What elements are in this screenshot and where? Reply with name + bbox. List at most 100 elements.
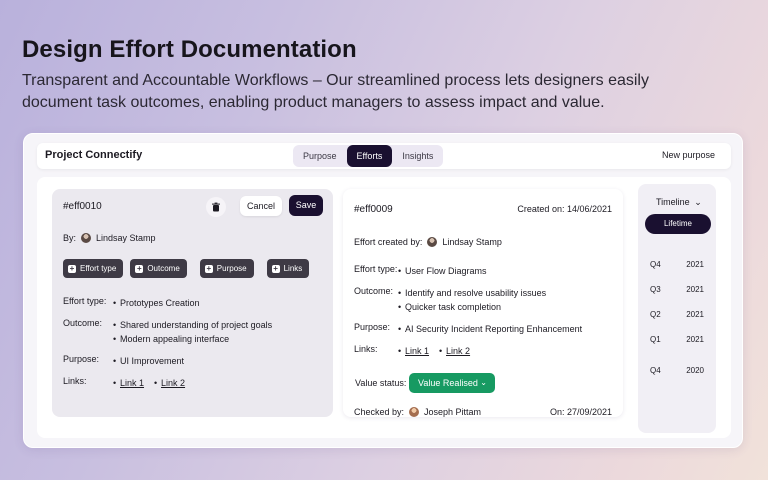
quarter: Q4 [650,366,661,375]
outcome-list: Identify and resolve usability issues Qu… [398,286,546,314]
effort-type-label: Effort type: [63,296,107,306]
avatar [427,237,438,247]
effort-type-label: Effort type: [354,264,398,274]
chip-label: Outcome [147,264,180,273]
outcome-item: Modern appealing interface [113,332,272,346]
value-status-value: Value Realised [418,378,478,388]
tab-group: Purpose Efforts Insights [293,145,444,167]
tab-efforts[interactable]: Efforts [346,145,393,167]
effort-id: #eff0009 [354,204,393,215]
timeline-panel: Timeline ⌄ Lifetime Q4 2021 Q3 2021 Q2 2021… [638,184,716,433]
purpose-list: UI Improvement [113,354,184,368]
chip-label: Links [283,264,303,273]
quarter: Q1 [650,335,661,344]
quarter: Q2 [650,310,661,319]
chip-effort-type[interactable]: + Effort type [63,259,124,278]
lifetime-filter[interactable]: Lifetime [645,214,711,234]
by-label: By: [63,233,77,243]
links-list: Link 1 Link 2 [113,376,185,390]
new-purpose-button[interactable]: New purpose [662,150,715,160]
chip-links[interactable]: + Links [266,259,310,278]
year: 2021 [686,310,704,319]
effort-type-row: Effort type: User Flow Diagrams [354,264,487,278]
plus-icon: + [204,263,213,273]
purpose-row: Purpose: AI Security Incident Reporting … [354,322,582,336]
created-by-row: Effort created by: Lindsay Stamp [354,237,502,247]
year: 2020 [686,366,704,375]
links-list: Link 1 Link 2 [398,344,470,358]
quarter: Q4 [650,260,661,269]
chip-outcome[interactable]: + Outcome [130,259,187,278]
trash-icon [212,202,220,212]
checked-by-row: Checked by: Joseph Pittam [354,407,481,417]
link-2[interactable]: Link 2 [446,346,470,356]
timeline-dropdown[interactable]: Timeline ⌄ [656,197,702,208]
effort-edit-card: #eff0010 Cancel Save By: Lindsay Stamp +… [52,189,333,417]
effort-type-value: Prototypes Creation [113,296,200,310]
save-button[interactable]: Save [289,195,323,216]
plus-icon: + [68,263,76,273]
purpose-row: Purpose: UI Improvement [63,354,184,368]
year: 2021 [686,285,704,294]
timeline-label: Timeline [656,197,690,207]
chevron-down-icon: ⌄ [694,197,702,207]
plus-icon: + [271,263,280,273]
author-row: By: Lindsay Stamp [63,233,156,243]
outcome-label: Outcome: [354,286,394,296]
tab-purpose[interactable]: Purpose [293,145,347,167]
checked-by-label: Checked by: [354,407,405,417]
plus-icon: + [135,263,144,273]
app-window: Project Connectify Purpose Efforts Insig… [23,133,743,448]
links-label: Links: [63,376,87,386]
chip-label: Effort type [80,264,117,273]
checker-name: Joseph Pittam [424,407,482,417]
link-2[interactable]: Link 2 [161,378,185,388]
outcome-item: Identify and resolve usability issues [398,286,546,300]
value-status-label: Value status: [355,378,407,388]
outcome-label: Outcome: [63,318,103,328]
hero-subtitle: Transparent and Accountable Workflows – … [22,72,649,111]
creator-name: Lindsay Stamp [442,237,502,247]
year: 2021 [686,260,704,269]
links-label: Links: [354,344,378,354]
effort-type-list: Prototypes Creation [113,296,200,310]
outcome-item: Shared understanding of project goals [113,318,272,332]
purpose-list: AI Security Incident Reporting Enhanceme… [398,322,582,336]
hero-title: Design Effort Documentation [22,36,357,63]
project-title: Project Connectify [45,149,143,161]
link-1[interactable]: Link 1 [120,378,144,388]
tab-insights[interactable]: Insights [392,145,443,167]
avatar [81,233,92,243]
top-bar: Project Connectify Purpose Efforts Insig… [37,143,731,169]
created-on: Created on: 14/06/2021 [517,204,612,214]
value-status-dropdown[interactable]: Value Realised ⌄ [409,373,495,393]
links-row: Links: Link 1 Link 2 [63,376,185,390]
avatar [409,407,420,417]
checked-on: On: 27/09/2021 [549,407,612,417]
effort-id: #eff0010 [63,201,102,212]
chip-purpose[interactable]: + Purpose [199,259,254,278]
outcome-row: Outcome: Identify and resolve usability … [354,286,546,314]
effort-type-row: Effort type: Prototypes Creation [63,296,200,310]
effort-detail-card: #eff0009 Created on: 14/06/2021 Effort c… [343,189,623,417]
delete-button[interactable] [206,197,226,217]
chevron-down-icon: ⌄ [480,378,487,387]
links-row: Links: Link 1 Link 2 [354,344,470,358]
chip-label: Purpose [216,264,247,273]
main-content: #eff0010 Cancel Save By: Lindsay Stamp +… [37,177,731,438]
quarter: Q3 [650,285,661,294]
purpose-value: UI Improvement [113,354,184,368]
link-1[interactable]: Link 1 [405,346,429,356]
effort-type-list: User Flow Diagrams [398,264,487,278]
field-chips: + Effort type + Outcome + Purpose + Links [63,259,310,278]
author-name: Lindsay Stamp [96,233,156,243]
outcome-item: Quicker task completion [398,300,546,314]
effort-type-value: User Flow Diagrams [398,264,487,278]
purpose-value: AI Security Incident Reporting Enhanceme… [398,322,582,336]
created-by-label: Effort created by: [354,237,423,247]
purpose-label: Purpose: [63,354,100,364]
outcome-row: Outcome: Shared understanding of project… [63,318,272,346]
year: 2021 [686,335,704,344]
cancel-button[interactable]: Cancel [240,196,282,216]
purpose-label: Purpose: [354,322,391,332]
